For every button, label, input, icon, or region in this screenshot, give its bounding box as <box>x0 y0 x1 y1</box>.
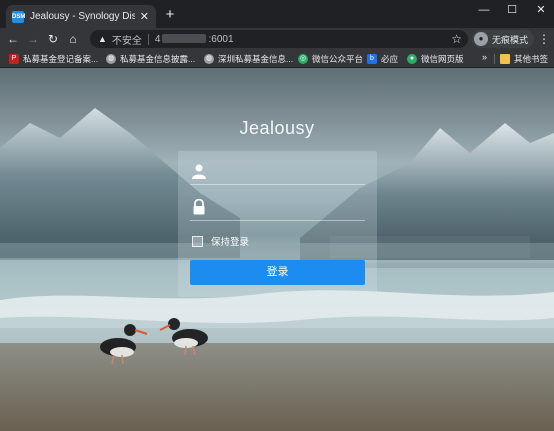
wechat-icon: ● <box>407 54 417 64</box>
incognito-icon: ● <box>474 32 488 46</box>
incognito-label: 无痕模式 <box>492 34 529 45</box>
browser-toolbar: ← → ↻ ⌂ ▲ 不安全 4:6001 ☆ ● 无痕模式 ⋮ <box>0 28 554 50</box>
bookmark-item[interactable]: ● 微信网页版 <box>407 53 464 65</box>
bookmarks-divider <box>494 54 495 64</box>
bookmarks-bar: P 私募基金登记备案... ◍ 私募基金信息披露... ◍ 深圳私募基金信息..… <box>0 50 554 68</box>
forward-icon[interactable]: → <box>26 32 40 46</box>
new-tab-button[interactable]: + <box>162 6 178 24</box>
home-icon[interactable]: ⌂ <box>66 32 80 46</box>
back-icon[interactable]: ← <box>6 32 20 46</box>
password-input[interactable] <box>214 197 362 217</box>
login-button[interactable]: 登录 <box>190 260 365 285</box>
redacted-url-part <box>162 34 207 44</box>
bookmark-item[interactable]: P 私募基金登记备案... <box>9 53 98 65</box>
bookmark-star-icon[interactable]: ☆ <box>451 32 462 46</box>
bookmark-label: 微信网页版 <box>421 54 464 64</box>
bookmark-label: 私募基金登记备案... <box>23 54 99 64</box>
login-page: Jealousy 保持登录 登录 <box>0 68 554 431</box>
bookmark-item[interactable]: b 必应 <box>367 53 398 65</box>
dsm-favicon-icon: DSM <box>12 10 25 23</box>
tab-active[interactable]: DSM Jealousy - Synology DiskStation ✕ <box>6 5 156 28</box>
username-field[interactable] <box>190 157 365 185</box>
url-text[interactable]: 4:6001 <box>155 34 234 45</box>
bookmark-item[interactable]: ◎ 微信公众平台 <box>298 53 363 65</box>
remember-me-label: 保持登录 <box>211 237 250 248</box>
address-bar[interactable]: ▲ 不安全 4:6001 ☆ <box>90 30 468 48</box>
server-name-title: Jealousy <box>239 118 315 138</box>
pdf-icon: P <box>9 54 19 64</box>
bookmark-label: 深圳私募基金信息... <box>218 54 294 64</box>
folder-icon <box>500 54 510 64</box>
menu-icon[interactable]: ⋮ <box>538 32 550 46</box>
bookmark-label: 微信公众平台 <box>312 54 364 64</box>
user-icon <box>192 163 206 179</box>
login-form: 保持登录 登录 <box>178 151 377 297</box>
other-bookmarks[interactable]: 其他书签 <box>500 53 548 65</box>
username-input[interactable] <box>214 161 362 181</box>
remember-me-checkbox[interactable] <box>192 235 203 247</box>
security-status[interactable]: 不安全 <box>112 32 142 47</box>
minimize-button[interactable]: — <box>476 3 492 17</box>
password-field[interactable] <box>190 193 365 221</box>
tab-title: Jealousy - Synology DiskStation <box>30 11 135 22</box>
tab-close-icon[interactable]: ✕ <box>139 10 150 23</box>
other-bookmarks-label: 其他书签 <box>514 54 549 64</box>
bookmark-item[interactable]: ◍ 深圳私募基金信息... <box>204 53 293 65</box>
reload-icon[interactable]: ↻ <box>46 32 60 46</box>
bookmark-label: 必应 <box>381 54 399 64</box>
wechat-mp-icon: ◎ <box>298 54 308 64</box>
globe-icon: ◍ <box>204 54 214 64</box>
warning-icon: ▲ <box>98 34 107 44</box>
globe-icon: ◍ <box>106 54 116 64</box>
bookmarks-overflow-button[interactable]: » <box>482 52 487 62</box>
lock-icon <box>192 199 206 215</box>
bookmark-item[interactable]: ◍ 私募基金信息披露... <box>106 53 195 65</box>
omnibox-divider <box>147 33 149 45</box>
bing-icon: b <box>367 54 377 64</box>
maximize-button[interactable]: ☐ <box>504 3 520 17</box>
tab-strip: DSM Jealousy - Synology DiskStation ✕ + … <box>0 0 554 28</box>
bookmark-label: 私募基金信息披露... <box>120 54 196 64</box>
close-window-button[interactable]: ✕ <box>533 3 549 17</box>
incognito-button[interactable]: ● 无痕模式 <box>472 30 535 48</box>
remember-me-option[interactable]: 保持登录 <box>192 234 249 248</box>
